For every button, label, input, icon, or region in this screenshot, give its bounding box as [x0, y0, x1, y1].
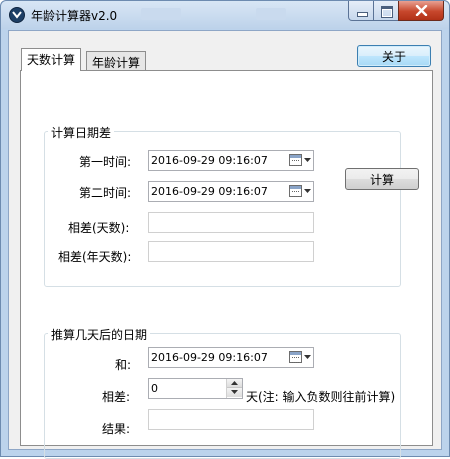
diff-days-label: 相差(天数): — [68, 221, 130, 235]
offset-label: 相差: — [102, 390, 131, 404]
client-area: 天数计算 年龄计算 关于 计算日期差 第一时间: 2016-09-29 09:1… — [8, 30, 442, 459]
diff-years-label: 相差(年天数): — [58, 250, 132, 264]
close-icon — [415, 5, 428, 16]
offset-stepper[interactable]: 0 — [148, 378, 243, 399]
app-icon[interactable] — [9, 7, 25, 23]
base-time-picker[interactable]: 2016-09-29 09:16:07 — [148, 347, 314, 368]
diff-days-field[interactable] — [148, 212, 314, 233]
second-time-label: 第二时间: — [79, 186, 132, 200]
date-diff-legend: 计算日期差 — [48, 124, 115, 141]
window-title: 年龄计算器v2.0 — [31, 9, 118, 23]
base-time-dropdown[interactable] — [288, 349, 312, 366]
second-time-picker[interactable]: 2016-09-29 09:16:07 — [148, 181, 314, 202]
offset-spinner — [226, 379, 242, 398]
first-time-value: 2016-09-29 09:16:07 — [151, 154, 268, 167]
diff-years-field[interactable] — [148, 241, 314, 262]
base-time-value: 2016-09-29 09:16:07 — [151, 351, 268, 364]
title-ghost-shape — [256, 8, 286, 20]
days-calc-panel: 计算日期差 第一时间: 2016-09-29 09:16:07 第二时间: 20… — [20, 70, 433, 459]
result-label: 结果: — [102, 422, 131, 436]
calculate-button[interactable]: 计算 — [345, 168, 419, 190]
result-field[interactable] — [148, 409, 314, 430]
offset-value: 0 — [151, 382, 158, 395]
title-bar[interactable]: 年龄计算器v2.0 — [1, 1, 449, 29]
minimize-button[interactable] — [348, 1, 374, 21]
title-ghost-shape — [141, 8, 181, 20]
app-window: 年龄计算器v2.0 天数计算 年龄计算 关于 计算日期差 第一时间: 2016-… — [0, 0, 450, 459]
tab-age-calc[interactable]: 年龄计算 — [86, 51, 147, 71]
second-time-dropdown[interactable] — [288, 183, 312, 200]
maximize-button[interactable] — [373, 1, 399, 21]
calendar-icon — [289, 154, 302, 166]
close-button[interactable] — [398, 1, 444, 21]
chevron-down-icon — [304, 189, 311, 193]
chevron-up-icon — [231, 381, 238, 385]
spin-down-button[interactable] — [227, 388, 242, 397]
chevron-down-icon — [304, 158, 311, 162]
future-date-legend: 推算几天后的日期 — [48, 326, 151, 343]
first-time-dropdown[interactable] — [288, 152, 312, 169]
calendar-icon — [289, 351, 302, 363]
tab-days-calc[interactable]: 天数计算 — [21, 48, 82, 71]
and-label: 和: — [115, 358, 132, 372]
chevron-down-icon — [304, 355, 311, 359]
second-time-value: 2016-09-29 09:16:07 — [151, 185, 268, 198]
first-time-label: 第一时间: — [79, 155, 132, 169]
calendar-icon — [289, 185, 302, 197]
spin-up-button[interactable] — [227, 379, 242, 388]
chevron-down-icon — [231, 390, 238, 394]
first-time-picker[interactable]: 2016-09-29 09:16:07 — [148, 150, 314, 171]
offset-note: 天(注: 输入负数则往前计算) — [246, 390, 396, 404]
about-button[interactable]: 关于 — [357, 45, 431, 67]
